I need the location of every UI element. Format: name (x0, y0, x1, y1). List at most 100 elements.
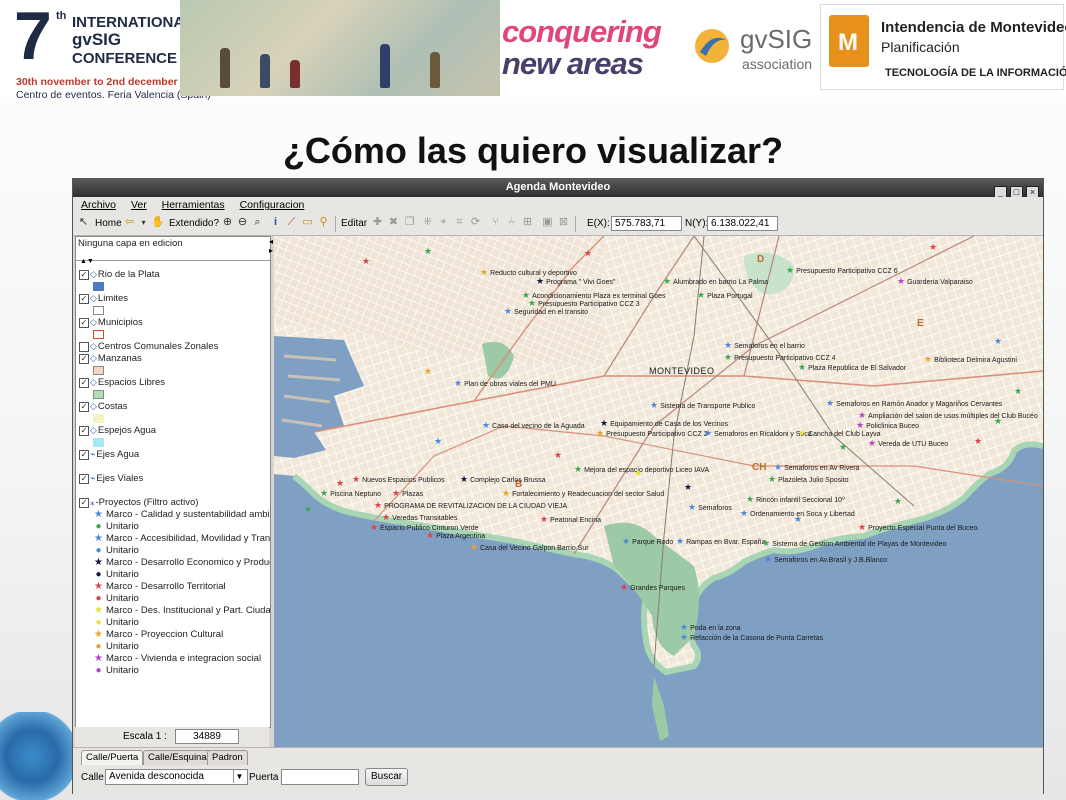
layer-ejes-agua[interactable]: ✓ ⌁Ejes Agua (79, 449, 139, 460)
cancel-edit-icon[interactable]: ⊠ (557, 216, 570, 229)
delete-feature-icon[interactable]: ✖ (387, 216, 400, 229)
copy-feature-icon[interactable]: ❐ (403, 216, 416, 229)
project-star-icon[interactable]: ★ (746, 494, 754, 504)
project-star-icon[interactable]: ★ (424, 246, 432, 257)
edit-vertex-icon[interactable]: ⌗ (453, 216, 466, 229)
project-star-icon[interactable]: ★ (826, 398, 834, 408)
hyperlink-icon[interactable]: ⚲ (317, 216, 330, 229)
project-star-icon[interactable]: ★ (600, 418, 608, 428)
project-star-icon[interactable]: ★ (994, 336, 1002, 347)
project-star-icon[interactable]: ★ (774, 462, 782, 472)
layer-checkbox[interactable]: ✓ (79, 293, 89, 304)
project-star-icon[interactable]: ★ (794, 514, 802, 525)
project-star-icon[interactable]: ★ (620, 582, 628, 592)
layer-checkbox[interactable]: ✓ (79, 473, 89, 484)
project-star-icon[interactable]: ★ (768, 474, 776, 484)
project-star-icon[interactable]: ★ (676, 536, 684, 546)
project-star-icon[interactable]: ★ (374, 500, 382, 510)
project-star-icon[interactable]: ★ (434, 436, 442, 447)
back-dropdown-icon[interactable]: ▾ (137, 216, 150, 229)
layer-proyectos[interactable]: ✓ ⁎-Proyectos (Filtro activo) (79, 497, 198, 508)
window-title-bar[interactable]: Agenda Montevideo _ □ × (73, 179, 1043, 199)
layer-checkbox[interactable]: ✓ (79, 317, 89, 328)
project-star-icon[interactable]: ★ (798, 362, 806, 372)
project-star-icon[interactable]: ★ (382, 512, 390, 522)
tab-calle-esquina[interactable]: Calle/Esquina (143, 750, 212, 765)
project-star-icon[interactable]: ★ (574, 464, 582, 474)
add-feature-icon[interactable]: ✚ (371, 216, 384, 229)
layer-checkbox[interactable]: ✓ (79, 377, 89, 388)
project-star-icon[interactable]: ★ (724, 340, 732, 350)
project-star-icon[interactable]: ★ (482, 420, 490, 430)
layer-rio-de-la-plata[interactable]: ✓ ◇Rio de la Plata (79, 269, 160, 280)
northing-field[interactable]: 6.138.022,41 (707, 216, 778, 231)
project-star-icon[interactable]: ★ (688, 502, 696, 512)
project-star-icon[interactable]: ★ (839, 442, 847, 453)
home-button[interactable]: Home (95, 216, 122, 231)
project-star-icon[interactable]: ★ (584, 248, 592, 259)
project-star-icon[interactable]: ★ (663, 276, 671, 286)
layer-checkbox[interactable]: ✓ (79, 449, 89, 460)
back-arrow-icon[interactable]: ⇦ (123, 216, 136, 229)
project-star-icon[interactable]: ★ (622, 536, 630, 546)
move-vertex-icon[interactable]: ⁜ (421, 216, 434, 229)
project-star-icon[interactable]: ★ (974, 436, 982, 447)
menu-archivo[interactable]: Archivo (81, 199, 116, 211)
extendido-toggle[interactable]: Extendido? (169, 216, 219, 231)
easting-field[interactable]: 575.783,71 (611, 216, 682, 231)
layer-espejos-agua[interactable]: ✓ ◇Espejos Agua (79, 425, 156, 436)
layer-ejes-viales[interactable]: ✓ ⌁Ejes Viales (79, 473, 143, 484)
tab-calle-puerta[interactable]: Calle/Puerta (81, 750, 144, 765)
project-star-icon[interactable]: ★ (740, 508, 748, 518)
rotate-icon[interactable]: ⟳ (469, 216, 482, 229)
project-star-icon[interactable]: ★ (392, 488, 400, 498)
split-icon[interactable]: ⑂ (489, 216, 502, 229)
project-star-icon[interactable]: ★ (798, 428, 806, 438)
project-star-icon[interactable]: ★ (764, 554, 772, 564)
project-star-icon[interactable]: ★ (650, 400, 658, 410)
street-select[interactable]: Avenida desconocida (105, 769, 248, 785)
search-button[interactable]: Buscar (365, 768, 409, 786)
project-star-icon[interactable]: ★ (704, 428, 712, 438)
project-star-icon[interactable]: ★ (470, 542, 478, 552)
project-star-icon[interactable]: ★ (868, 438, 876, 448)
layer-espacios-libres[interactable]: ✓ ◇Espacios Libres (79, 377, 165, 388)
layer-checkbox[interactable] (79, 341, 89, 352)
project-star-icon[interactable]: ★ (460, 474, 468, 484)
project-star-icon[interactable]: ★ (426, 530, 434, 540)
layer-checkbox[interactable]: ✓ (79, 353, 89, 364)
select-arrow-icon[interactable]: ↖ (77, 216, 90, 229)
menu-ver[interactable]: Ver (131, 199, 147, 211)
measure-icon[interactable]: ⟋ (285, 216, 298, 229)
layer-municipios[interactable]: ✓ ◇Municipios (79, 317, 143, 328)
project-star-icon[interactable]: ★ (596, 428, 604, 438)
tab-padron[interactable]: Padron (207, 750, 248, 765)
project-star-icon[interactable]: ★ (540, 514, 548, 524)
project-star-icon[interactable]: ★ (502, 488, 510, 498)
layer-checkbox[interactable]: ✓ (79, 425, 89, 436)
project-star-icon[interactable]: ★ (320, 488, 328, 498)
layer-centros-comunales[interactable]: ◇Centros Comunales Zonales (79, 341, 218, 352)
project-star-icon[interactable]: ★ (352, 474, 360, 484)
project-star-icon[interactable]: ★ (894, 496, 902, 507)
project-star-icon[interactable]: ★ (994, 416, 1002, 427)
save-edit-icon[interactable]: ▣ (541, 216, 554, 229)
project-star-icon[interactable]: ★ (454, 378, 462, 388)
project-star-icon[interactable]: ★ (786, 265, 794, 275)
info-icon[interactable]: i (269, 216, 282, 229)
layer-checkbox[interactable]: ✓ (79, 401, 89, 412)
project-star-icon[interactable]: ★ (929, 242, 937, 253)
zoom-out-icon[interactable]: ⊖ (236, 216, 249, 229)
merge-icon[interactable]: ⑃ (505, 216, 518, 229)
editar-button[interactable]: Editar (341, 216, 367, 231)
project-star-icon[interactable]: ★ (697, 290, 705, 300)
project-star-icon[interactable]: ★ (680, 622, 688, 632)
project-star-icon[interactable]: ★ (858, 410, 866, 420)
project-star-icon[interactable]: ★ (536, 276, 544, 286)
project-star-icon[interactable]: ★ (336, 478, 344, 489)
door-number-field[interactable] (281, 769, 359, 785)
project-star-icon[interactable]: ★ (724, 352, 732, 362)
project-star-icon[interactable]: ★ (480, 267, 488, 277)
project-star-icon[interactable]: ★ (554, 450, 562, 461)
project-star-icon[interactable]: ★ (858, 522, 866, 532)
